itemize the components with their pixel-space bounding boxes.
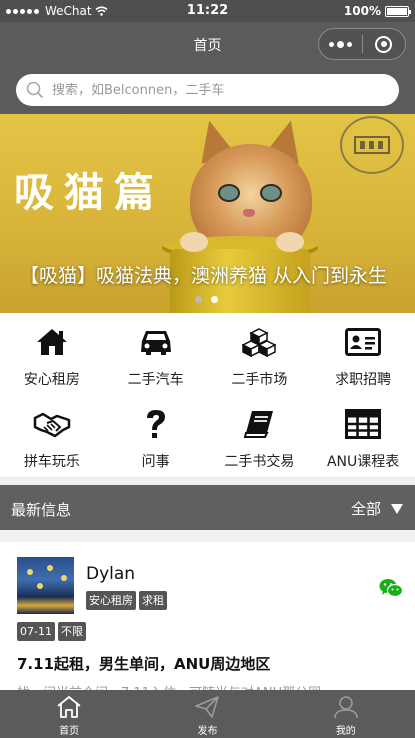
search-input[interactable] — [52, 82, 372, 98]
tab-label: 我的 — [335, 726, 356, 737]
close-button[interactable] — [362, 35, 405, 53]
category-label: 二手市场 — [231, 372, 288, 388]
category-questions[interactable]: 问事 — [104, 395, 208, 477]
search-icon — [26, 81, 44, 99]
cat-eye — [260, 184, 282, 202]
category-label: 二手汽车 — [127, 372, 184, 388]
house-icon — [35, 325, 69, 359]
post-tags: 安心租房 求租 — [86, 591, 167, 610]
post-meta: 07-11 不限 — [17, 622, 86, 641]
filter-label: 全部 — [350, 500, 381, 518]
tab-home[interactable]: 首页 — [0, 690, 138, 738]
category-label: ANU课程表 — [326, 454, 400, 470]
section-divider — [0, 477, 415, 485]
id-card-icon — [345, 325, 382, 359]
category-grid: 安心租房 二手汽车 二手市场 求职招聘 拼车玩乐 问事 二手书交易 ANU课程表 — [0, 313, 415, 477]
close-icon — [375, 35, 393, 53]
category-secondhand-market[interactable]: 二手市场 — [208, 313, 312, 395]
stamp-logo — [340, 116, 404, 174]
banner-carousel[interactable]: 吸猫篇 【吸猫】吸猫法典，澳洲养猫 从入门到永生 — [0, 114, 415, 313]
category-label: 二手书交易 — [224, 454, 295, 470]
carousel-dot-active[interactable] — [211, 296, 218, 303]
category-carpool[interactable]: 拼车玩乐 — [0, 395, 104, 477]
handshake-icon — [33, 407, 71, 441]
carousel-indicator — [195, 296, 218, 303]
post-username[interactable]: Dylan — [86, 564, 135, 584]
category-used-books[interactable]: 二手书交易 — [208, 395, 312, 477]
banner-caption: 【吸猫】吸猫法典，澳洲养猫 从入门到永生 — [20, 265, 388, 287]
category-label: 问事 — [141, 454, 170, 470]
nav-bar: 首页 — [0, 22, 415, 66]
question-icon — [142, 407, 170, 441]
battery-percent: 100% — [343, 4, 381, 18]
type-tag: 求租 — [139, 591, 167, 610]
cat-nose — [243, 209, 255, 217]
send-icon — [194, 694, 220, 720]
avatar[interactable] — [17, 557, 74, 614]
category-tag: 安心租房 — [86, 591, 136, 610]
battery-status: 100% — [343, 4, 411, 18]
more-options-button[interactable] — [319, 40, 362, 48]
list-gap — [0, 530, 415, 542]
cat-eye — [218, 184, 240, 202]
filter-dropdown[interactable]: 全部 — [351, 498, 403, 519]
book-icon — [243, 407, 275, 441]
home-icon — [55, 694, 83, 720]
car-icon — [139, 325, 173, 359]
tab-label: 首页 — [59, 726, 80, 737]
search-box[interactable] — [16, 74, 399, 106]
mini-program-capsule — [318, 28, 406, 60]
category-label: 安心租房 — [23, 372, 80, 388]
tab-publish[interactable]: 发布 — [138, 690, 276, 738]
tab-label: 发布 — [197, 726, 218, 737]
category-label: 拼车玩乐 — [23, 454, 80, 470]
table-icon — [345, 407, 382, 441]
category-anu-timetable[interactable]: ANU课程表 — [311, 395, 415, 477]
date-tag: 07-11 — [17, 622, 55, 641]
category-used-cars[interactable]: 二手汽车 — [104, 313, 208, 395]
banner-heading: 吸猫篇 — [14, 170, 164, 216]
post-title[interactable]: 7.11起租，男生单间，ANU周边地区 — [17, 653, 270, 674]
search-bar — [0, 66, 415, 114]
tab-me[interactable]: 我的 — [277, 690, 415, 738]
tab-bar: 首页 发布 我的 — [0, 690, 415, 738]
gender-tag: 不限 — [57, 622, 86, 641]
cat-paw — [180, 232, 208, 252]
section-title: 最新信息 — [11, 501, 72, 519]
latest-info-header: 最新信息 全部 — [0, 485, 415, 530]
cat-paw — [276, 232, 304, 252]
boxes-icon — [242, 325, 277, 359]
post-card[interactable]: Dylan 安心租房 求租 07-11 不限 7.11起租，男生单间，ANU周边… — [0, 542, 415, 701]
carousel-dot[interactable] — [195, 296, 202, 303]
caret-down-icon — [391, 503, 403, 514]
user-icon — [333, 694, 359, 720]
status-bar: WeChat 11:22 100% — [0, 0, 415, 22]
wechat-icon[interactable] — [379, 578, 404, 602]
category-label: 求职招聘 — [335, 372, 392, 388]
category-jobs[interactable]: 求职招聘 — [311, 313, 415, 395]
category-renting[interactable]: 安心租房 — [0, 313, 104, 395]
battery-icon — [385, 5, 411, 17]
